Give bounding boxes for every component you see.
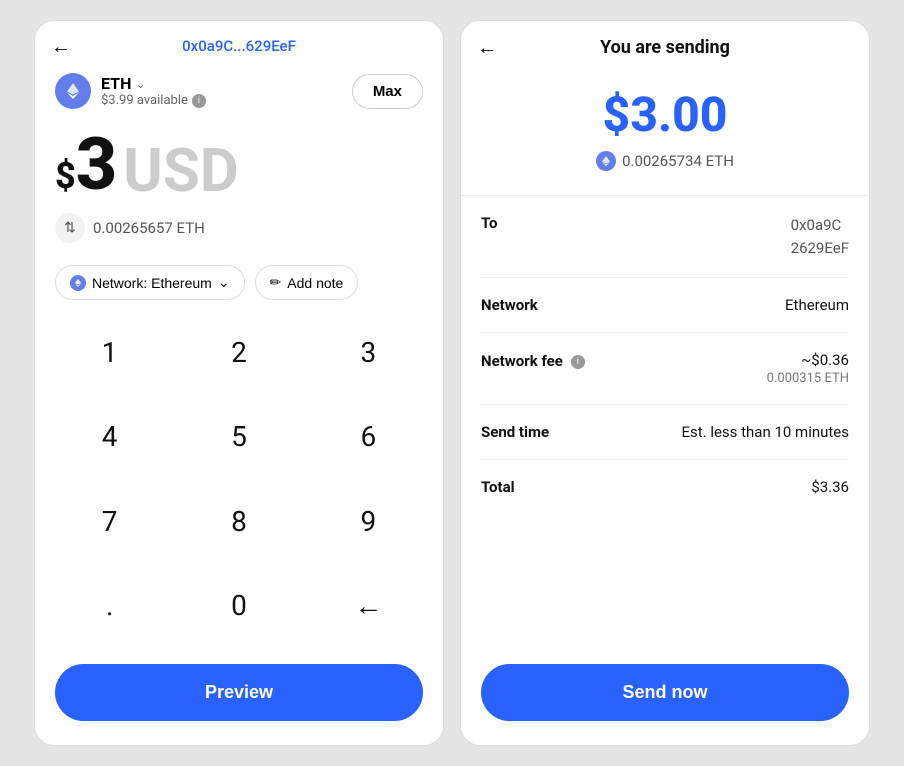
send-time-row: Send time Est. less than 10 minutes bbox=[481, 405, 849, 460]
preview-button[interactable]: Preview bbox=[55, 664, 423, 721]
key-1[interactable]: 1 bbox=[45, 316, 174, 388]
network-label: Network: Ethereum bbox=[92, 275, 212, 291]
to-address-line1: 0x0a9C bbox=[791, 214, 849, 237]
key-8[interactable]: 8 bbox=[174, 485, 303, 557]
to-row: To 0x0a9C 2629EeF bbox=[481, 196, 849, 278]
key-6[interactable]: 6 bbox=[304, 401, 433, 473]
key-2[interactable]: 2 bbox=[174, 316, 303, 388]
key-3[interactable]: 3 bbox=[304, 316, 433, 388]
fee-info-icon: i bbox=[571, 355, 585, 369]
key-9[interactable]: 9 bbox=[304, 485, 433, 557]
fee-row: Network fee i ~$0.36 0.000315 ETH bbox=[481, 333, 849, 405]
left-header: ← 0x0a9C...629EeF bbox=[35, 21, 443, 63]
pencil-icon: ✏ bbox=[270, 274, 282, 291]
network-detail-label: Network bbox=[481, 296, 538, 314]
key-0[interactable]: 0 bbox=[174, 570, 303, 642]
fee-usd-value: ~$0.36 bbox=[767, 351, 849, 369]
send-now-button[interactable]: Send now bbox=[481, 664, 849, 721]
balance-info-icon: i bbox=[192, 94, 206, 108]
recipient-address: 0x0a9C...629EeF bbox=[182, 37, 296, 55]
send-time-label: Send time bbox=[481, 423, 549, 441]
key-backspace[interactable]: ← bbox=[304, 570, 433, 642]
amount-number: 3 bbox=[76, 129, 118, 201]
sending-eth-row: 0.00265734 ETH bbox=[596, 151, 734, 171]
eth-icon bbox=[55, 73, 91, 109]
key-decimal[interactable]: . bbox=[45, 570, 174, 642]
transaction-details: To 0x0a9C 2629EeF Network Ethereum Netwo… bbox=[461, 196, 869, 654]
sending-amount-section: $3.00 0.00265734 ETH bbox=[461, 66, 869, 196]
network-chevron-icon: ⌄ bbox=[218, 274, 230, 291]
token-balance-text: $3.99 available bbox=[101, 93, 188, 108]
right-header: ← You are sending bbox=[461, 21, 869, 66]
sending-eth-icon bbox=[596, 151, 616, 171]
to-label: To bbox=[481, 214, 498, 232]
key-5[interactable]: 5 bbox=[174, 401, 303, 473]
key-7[interactable]: 7 bbox=[45, 485, 174, 557]
send-time-value: Est. less than 10 minutes bbox=[681, 423, 849, 441]
send-amount-screen: ← 0x0a9C...629EeF ETH ⌄ $3 bbox=[34, 20, 444, 746]
total-row: Total $3.36 bbox=[481, 460, 849, 514]
token-info[interactable]: ETH ⌄ $3.99 available i bbox=[55, 73, 206, 109]
max-button[interactable]: Max bbox=[352, 74, 423, 109]
right-back-button[interactable]: ← bbox=[477, 35, 497, 60]
fee-eth-value: 0.000315 ETH bbox=[767, 371, 849, 386]
confirmation-title: You are sending bbox=[600, 37, 730, 58]
key-4[interactable]: 4 bbox=[45, 401, 174, 473]
swap-icon[interactable]: ⇅ bbox=[55, 213, 85, 243]
network-row: Network Ethereum bbox=[481, 278, 849, 333]
total-label: Total bbox=[481, 478, 515, 496]
add-note-button[interactable]: ✏ Add note bbox=[255, 265, 359, 300]
total-value: $3.36 bbox=[811, 478, 849, 496]
eth-equiv-text: 0.00265657 ETH bbox=[93, 219, 205, 237]
send-confirmation-screen: ← You are sending $3.00 0.00265734 ETH T… bbox=[460, 20, 870, 746]
amount-display: $ 3 USD bbox=[35, 119, 443, 207]
keypad: 1 2 3 4 5 6 7 8 9 . 0 ← bbox=[35, 316, 443, 654]
back-button[interactable]: ← bbox=[51, 34, 71, 59]
network-icon bbox=[70, 275, 86, 291]
token-name: ETH bbox=[101, 74, 131, 93]
eth-equivalent-row: ⇅ 0.00265657 ETH bbox=[35, 207, 443, 257]
dollar-sign: $ bbox=[55, 155, 76, 197]
network-detail-value: Ethereum bbox=[785, 296, 849, 314]
sending-usd-amount: $3.00 bbox=[603, 86, 728, 143]
network-selector-button[interactable]: Network: Ethereum ⌄ bbox=[55, 265, 245, 300]
amount-currency: USD bbox=[123, 141, 239, 201]
to-address-line2: 2629EeF bbox=[791, 237, 849, 260]
fee-label: Network fee bbox=[481, 352, 563, 370]
add-note-label: Add note bbox=[287, 275, 343, 291]
action-row: Network: Ethereum ⌄ ✏ Add note bbox=[35, 257, 443, 316]
token-chevron-icon: ⌄ bbox=[135, 77, 145, 91]
token-selector-row: ETH ⌄ $3.99 available i Max bbox=[35, 63, 443, 119]
sending-eth-amount: 0.00265734 ETH bbox=[622, 152, 734, 170]
